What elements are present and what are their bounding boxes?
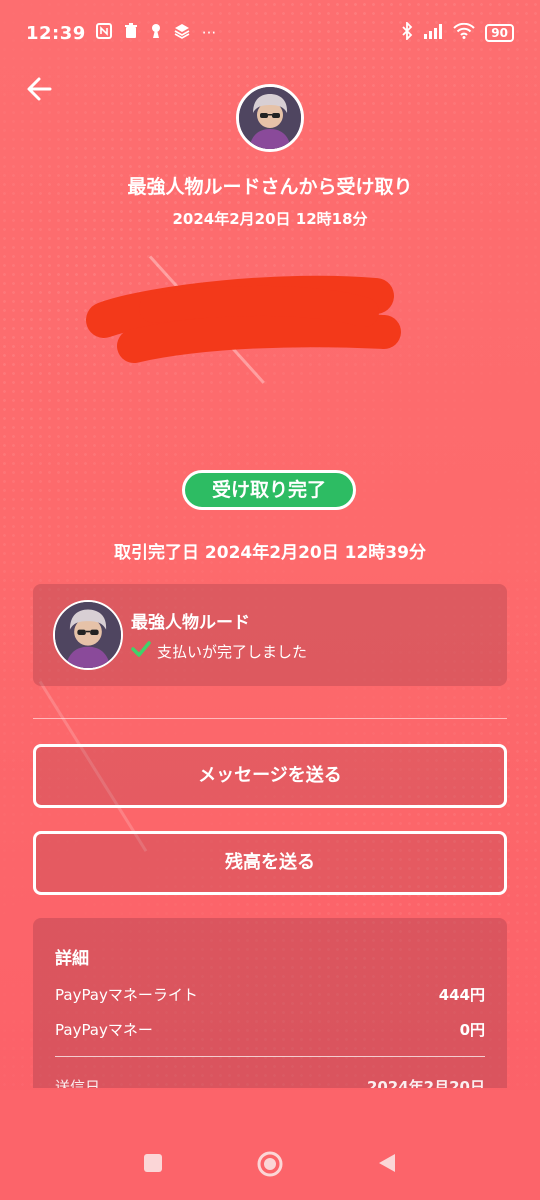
detail-value: 2024年2月20日	[366, 1078, 485, 1088]
status-badge: 受け取り完了	[182, 470, 356, 510]
check-icon	[131, 640, 151, 662]
details-divider	[55, 1056, 485, 1057]
status-time: 12:39	[26, 22, 86, 44]
back-arrow-icon[interactable]	[24, 72, 58, 106]
detail-row: PayPayマネーライト 444円	[55, 984, 485, 1005]
send-message-button[interactable]: メッセージを送る	[33, 744, 507, 808]
status-left-icons: ···	[95, 23, 217, 43]
keyhole-icon	[150, 23, 162, 43]
signal-icon	[423, 23, 443, 43]
home-circle-icon[interactable]	[256, 1150, 284, 1182]
payment-status: 支払いが完了しました	[131, 640, 307, 662]
status-bar: 12:39 ··· 90	[0, 0, 540, 66]
divider	[33, 718, 507, 719]
trash-icon	[124, 23, 138, 43]
details-panel: 詳細 PayPayマネーライト 444円 PayPayマネー 0円 送信日 20…	[33, 918, 507, 1088]
user-card[interactable]: 最強人物ルード 支払いが完了しました	[33, 584, 507, 686]
wifi-icon	[453, 22, 476, 43]
detail-row: PayPayマネー 0円	[55, 1019, 485, 1040]
recents-square-icon[interactable]	[142, 1152, 164, 1178]
detail-label: PayPayマネーライト	[55, 986, 198, 1004]
bluetooth-icon	[401, 20, 413, 44]
battery-indicator: 90	[485, 24, 514, 42]
detail-label: PayPayマネー	[55, 1021, 153, 1039]
detail-value: 444円	[438, 986, 485, 1004]
transaction-completed-date: 取引完了日 2024年2月20日 12時39分	[114, 543, 426, 563]
nfc-icon	[95, 23, 112, 43]
page-title: 最強人物ルードさんから受け取り	[127, 176, 413, 198]
back-triangle-icon[interactable]	[376, 1152, 398, 1178]
status-right-icons: 90	[401, 20, 514, 44]
detail-value: 0円	[459, 1021, 485, 1039]
payment-status-text: 支払いが完了しました	[157, 642, 308, 661]
received-datetime: 2024年2月20日 12時18分	[172, 210, 368, 228]
details-heading: 詳細	[55, 949, 89, 969]
user-name: 最強人物ルード	[131, 613, 250, 633]
system-nav-bar	[0, 1090, 540, 1200]
more-icon: ···	[201, 24, 217, 42]
detail-row-partial: 送信日 2024年2月20日	[55, 1076, 485, 1088]
layers-icon	[174, 23, 190, 43]
redaction-mark	[84, 268, 404, 376]
sender-avatar[interactable]	[236, 84, 304, 152]
detail-label: 送信日	[55, 1078, 101, 1088]
send-balance-button[interactable]: 残高を送る	[33, 831, 507, 895]
avatar	[53, 600, 123, 670]
